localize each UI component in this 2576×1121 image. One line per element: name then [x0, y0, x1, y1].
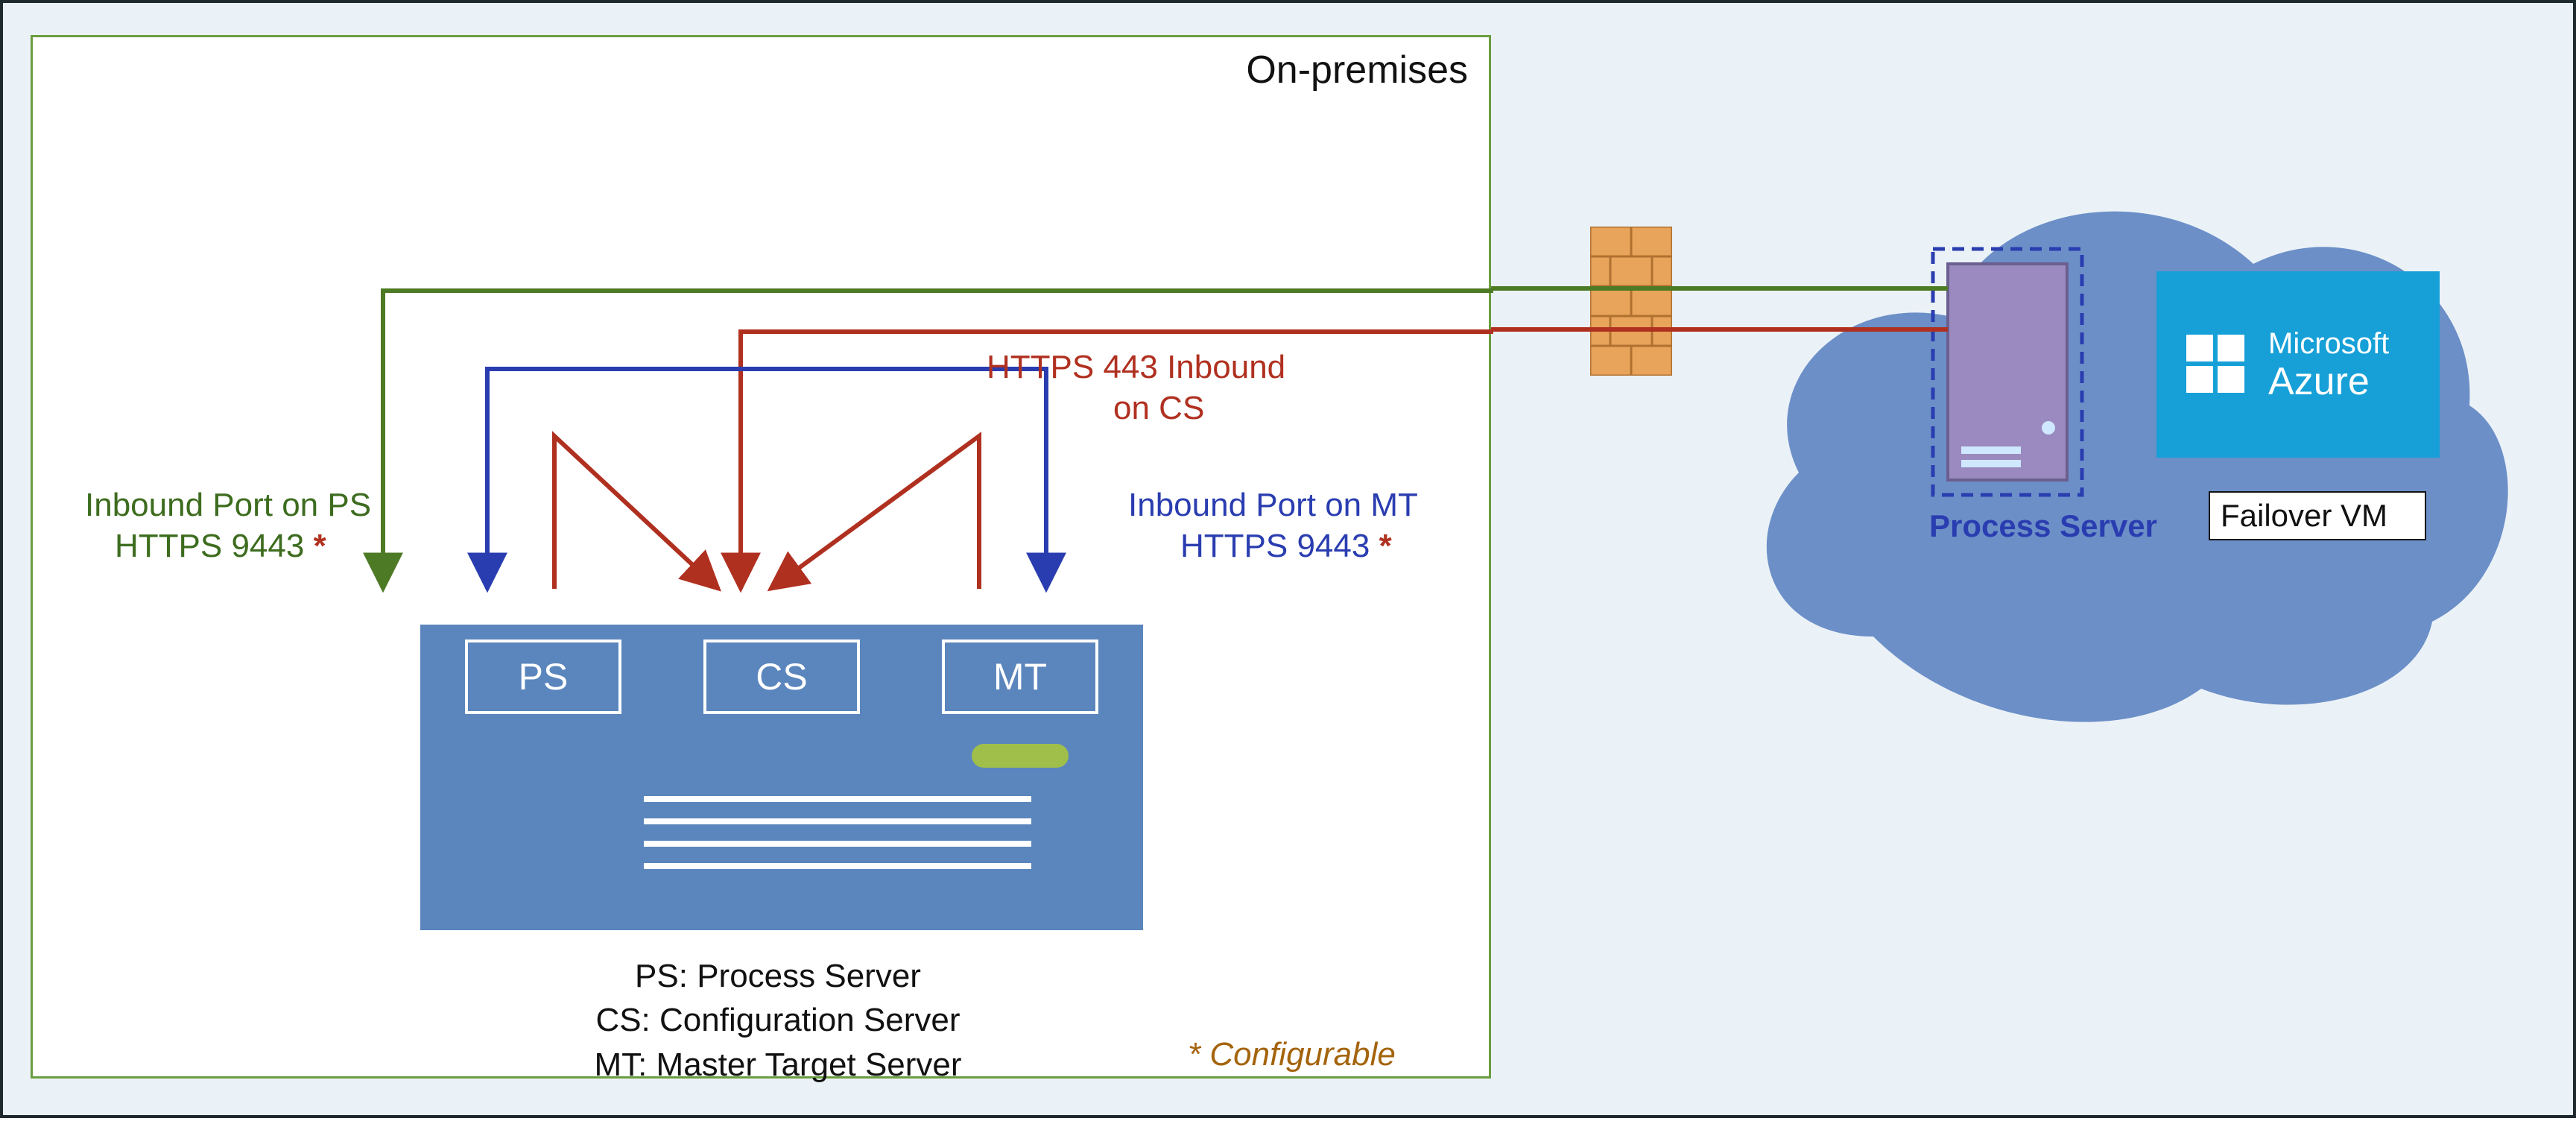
external-connectors — [3, 3, 2576, 1121]
diagram-canvas: On-premises PS CS MT — [0, 0, 2576, 1118]
